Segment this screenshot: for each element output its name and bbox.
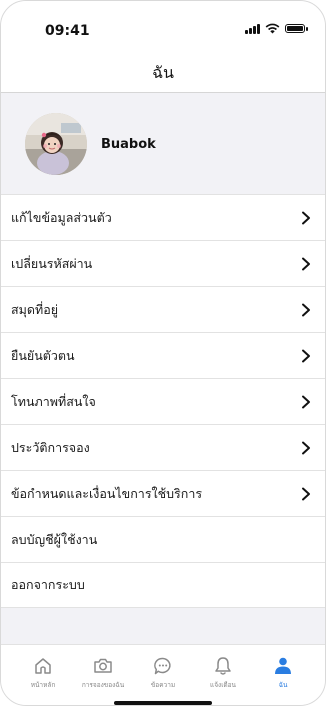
- menu-item-label: แก้ไขข้อมูลส่วนตัว: [11, 209, 112, 225]
- menu-item-verify-identity[interactable]: ยืนยันตัวตน: [1, 332, 325, 378]
- menu-item-logout[interactable]: ออกจากระบบ: [1, 562, 325, 608]
- menu-item-label: เปลี่ยนรหัสผ่าน: [11, 255, 93, 271]
- signal-icon: [245, 23, 260, 34]
- menu-item-photo-tone[interactable]: โทนภาพที่สนใจ: [1, 378, 325, 424]
- tab-home[interactable]: หน้าหลัก: [14, 645, 72, 705]
- profile-name: Buabok: [101, 137, 156, 152]
- menu-item-delete-account[interactable]: ลบบัญชีผู้ใช้งาน: [1, 516, 325, 562]
- tab-label: ข้อความ: [150, 681, 176, 689]
- status-time: 09:41: [45, 23, 90, 39]
- chevron-right-icon: [302, 487, 310, 500]
- home-indicator: [114, 701, 212, 705]
- chevron-right-icon: [302, 303, 310, 316]
- menu-item-label: ยืนยันตัวตน: [11, 347, 75, 363]
- menu-item-label: ข้อกำหนดและเงื่อนไขการใช้บริการ: [11, 485, 203, 501]
- menu-item-terms[interactable]: ข้อกำหนดและเงื่อนไขการใช้บริการ: [1, 470, 325, 516]
- profile-section[interactable]: Buabok: [1, 93, 325, 194]
- camera-icon: [94, 658, 112, 673]
- settings-menu: แก้ไขข้อมูลส่วนตัว เปลี่ยนรหัสผ่าน สมุดท…: [1, 194, 325, 608]
- home-icon: [35, 658, 51, 674]
- tab-me[interactable]: ฉัน: [254, 645, 312, 705]
- chevron-right-icon: [302, 349, 310, 362]
- chevron-right-icon: [302, 257, 310, 270]
- menu-item-change-password[interactable]: เปลี่ยนรหัสผ่าน: [1, 240, 325, 286]
- chevron-right-icon: [302, 211, 310, 224]
- nav-bar: ฉัน: [1, 51, 325, 93]
- menu-item-label: ประวัติการจอง: [11, 439, 90, 455]
- menu-item-label: ออกจากระบบ: [11, 577, 85, 592]
- menu-item-label: ลบบัญชีผู้ใช้งาน: [11, 531, 98, 547]
- menu-item-address-book[interactable]: สมุดที่อยู่: [1, 286, 325, 332]
- wifi-icon: [265, 23, 280, 34]
- tab-label: แจ้งเตือน: [210, 681, 236, 689]
- tab-my-bookings[interactable]: การจองของฉัน: [74, 645, 132, 705]
- chat-icon: [154, 657, 171, 675]
- person-icon: [275, 657, 291, 674]
- tab-label: หน้าหลัก: [30, 681, 56, 689]
- menu-item-label: สมุดที่อยู่: [11, 301, 59, 317]
- avatar[interactable]: [25, 113, 87, 175]
- tab-label: ฉัน: [278, 681, 288, 689]
- bell-icon: [215, 657, 231, 675]
- tab-label: การจองของฉัน: [81, 681, 125, 689]
- tab-notifications[interactable]: แจ้งเตือน: [194, 645, 252, 705]
- chevron-right-icon: [302, 395, 310, 408]
- phone-screen: 09:41 ฉัน Buabok แก้ไขข้อมูลส่วนตัว เปลี…: [0, 0, 326, 706]
- tab-messages[interactable]: ข้อความ: [134, 645, 192, 705]
- menu-item-booking-history[interactable]: ประวัติการจอง: [1, 424, 325, 470]
- status-icons: [245, 23, 308, 34]
- menu-item-edit-profile[interactable]: แก้ไขข้อมูลส่วนตัว: [1, 194, 325, 240]
- battery-icon: [285, 24, 308, 33]
- menu-item-label: โทนภาพที่สนใจ: [11, 393, 96, 409]
- chevron-right-icon: [302, 441, 310, 454]
- status-bar: 09:41: [1, 1, 325, 51]
- avatar-picture: [25, 113, 87, 175]
- page-title: ฉัน: [152, 63, 174, 82]
- tab-bar: หน้าหลัก การจองของฉัน ข้อความ แจ้งเตือน …: [1, 644, 325, 705]
